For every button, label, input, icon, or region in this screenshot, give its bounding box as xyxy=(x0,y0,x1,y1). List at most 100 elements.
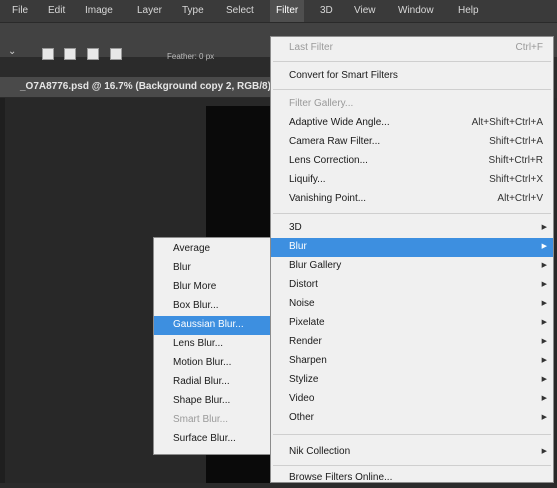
menu-item-label: Nik Collection xyxy=(289,446,351,457)
menu-item-render[interactable]: Render ▶ xyxy=(271,333,553,352)
submenu-item-surface-blur[interactable]: Surface Blur... xyxy=(154,430,270,449)
submenu-item-motion-blur[interactable]: Motion Blur... xyxy=(154,354,270,373)
subtract-from-selection-icon[interactable] xyxy=(87,48,99,60)
menu-item-sharpen[interactable]: Sharpen ▶ xyxy=(271,352,553,371)
menu-item-liquify[interactable]: Liquify... Shift+Ctrl+X xyxy=(271,171,553,190)
menu-select[interactable]: Select xyxy=(226,0,254,22)
menu-item-3d[interactable]: 3D ▶ xyxy=(271,219,553,238)
menu-item-label: Smart Blur... xyxy=(173,414,229,425)
menu-item-label: Filter Gallery... xyxy=(289,98,354,109)
submenu-arrow-icon: ▶ xyxy=(541,448,547,455)
menu-item-convert-smart-filters[interactable]: Convert for Smart Filters xyxy=(271,67,553,86)
menu-item-stylize[interactable]: Stylize ▶ xyxy=(271,371,553,390)
menu-window[interactable]: Window xyxy=(398,0,434,22)
menu-item-noise[interactable]: Noise ▶ xyxy=(271,295,553,314)
menu-item-nik-collection[interactable]: Nik Collection ▶ xyxy=(271,443,553,462)
menu-3d[interactable]: 3D xyxy=(320,0,333,22)
menu-image[interactable]: Image xyxy=(85,0,113,22)
menu-item-vanishing-point[interactable]: Vanishing Point... Alt+Ctrl+V xyxy=(271,190,553,209)
menu-item-label: Stylize xyxy=(289,374,319,385)
menu-file[interactable]: File xyxy=(12,0,28,22)
menu-separator xyxy=(273,465,551,466)
menu-item-label: Blur xyxy=(289,241,307,252)
menu-item-blur-gallery[interactable]: Blur Gallery ▶ xyxy=(271,257,553,276)
tools-panel-edge xyxy=(0,98,5,483)
submenu-arrow-icon: ▶ xyxy=(541,281,547,288)
tool-preset-chevron-icon[interactable]: ⌄ xyxy=(8,46,16,57)
menu-separator xyxy=(273,434,551,435)
menu-item-label: Camera Raw Filter... xyxy=(289,136,381,147)
menu-separator xyxy=(273,89,551,90)
submenu-arrow-icon: ▶ xyxy=(541,395,547,402)
submenu-item-blur[interactable]: Blur xyxy=(154,259,270,278)
submenu-item-blur-more[interactable]: Blur More xyxy=(154,278,270,297)
menu-item-adaptive-wide-angle[interactable]: Adaptive Wide Angle... Alt+Shift+Ctrl+A xyxy=(271,114,553,133)
menu-item-label: Blur Gallery xyxy=(289,260,342,271)
menu-item-label: Blur More xyxy=(173,281,217,292)
submenu-item-radial-blur[interactable]: Radial Blur... xyxy=(154,373,270,392)
menu-item-last-filter: Last Filter Ctrl+F xyxy=(271,39,553,58)
menu-filter[interactable]: Filter xyxy=(270,0,305,22)
menu-item-label: Other xyxy=(289,412,315,423)
blur-submenu: Average Blur Blur More Box Blur... Gauss… xyxy=(153,237,271,455)
submenu-arrow-icon: ▶ xyxy=(541,319,547,326)
submenu-arrow-icon: ▶ xyxy=(541,243,547,250)
menu-item-label: Gaussian Blur... xyxy=(173,319,244,330)
filter-menu: Last Filter Ctrl+F Convert for Smart Fil… xyxy=(270,36,554,483)
submenu-item-average[interactable]: Average xyxy=(154,240,270,259)
submenu-arrow-icon: ▶ xyxy=(541,224,547,231)
feather-value[interactable]: 0 px xyxy=(199,52,214,61)
submenu-item-smart-blur: Smart Blur... xyxy=(154,411,270,430)
submenu-arrow-icon: ▶ xyxy=(541,262,547,269)
menu-item-label: Lens Correction... xyxy=(289,155,368,166)
menu-item-label: Surface Blur... xyxy=(173,433,236,444)
submenu-item-shape-blur[interactable]: Shape Blur... xyxy=(154,392,270,411)
submenu-arrow-icon: ▶ xyxy=(541,300,547,307)
menu-item-label: Video xyxy=(289,393,315,404)
menu-item-browse-filters-online[interactable]: Browse Filters Online... xyxy=(271,469,553,488)
menu-view[interactable]: View xyxy=(354,0,376,22)
submenu-item-gaussian-blur[interactable]: Gaussian Blur... xyxy=(154,316,270,335)
shortcut-label: Shift+Ctrl+X xyxy=(489,174,543,185)
menu-item-camera-raw-filter[interactable]: Camera Raw Filter... Shift+Ctrl+A xyxy=(271,133,553,152)
feather-field[interactable]: Feather: 0 px xyxy=(167,52,214,61)
menu-item-label: Convert for Smart Filters xyxy=(289,70,398,81)
menu-item-label: Blur xyxy=(173,262,191,273)
menu-item-label: Average xyxy=(173,243,211,254)
menu-item-label: Browse Filters Online... xyxy=(289,472,393,483)
menu-help[interactable]: Help xyxy=(458,0,479,22)
submenu-item-lens-blur[interactable]: Lens Blur... xyxy=(154,335,270,354)
menu-item-label: Render xyxy=(289,336,322,347)
add-to-selection-icon[interactable] xyxy=(64,48,76,60)
menu-item-label: Distort xyxy=(289,279,318,290)
menu-item-label: Vanishing Point... xyxy=(289,193,367,204)
menu-item-label: Liquify... xyxy=(289,174,326,185)
submenu-item-box-blur[interactable]: Box Blur... xyxy=(154,297,270,316)
menu-edit[interactable]: Edit xyxy=(48,0,65,22)
menu-bar: File Edit Image Layer Type Select Filter… xyxy=(0,0,557,23)
menu-item-other[interactable]: Other ▶ xyxy=(271,409,553,428)
submenu-arrow-icon: ▶ xyxy=(541,357,547,364)
submenu-arrow-icon: ▶ xyxy=(541,376,547,383)
menu-item-pixelate[interactable]: Pixelate ▶ xyxy=(271,314,553,333)
menu-item-label: Pixelate xyxy=(289,317,325,328)
menu-separator xyxy=(273,213,551,214)
menu-item-label: Adaptive Wide Angle... xyxy=(289,117,390,128)
menu-item-distort[interactable]: Distort ▶ xyxy=(271,276,553,295)
menu-type[interactable]: Type xyxy=(182,0,204,22)
submenu-arrow-icon: ▶ xyxy=(541,414,547,421)
menu-item-video[interactable]: Video ▶ xyxy=(271,390,553,409)
menu-item-label: Radial Blur... xyxy=(173,376,230,387)
menu-item-label: Box Blur... xyxy=(173,300,219,311)
menu-item-label: Shape Blur... xyxy=(173,395,231,406)
new-selection-icon[interactable] xyxy=(42,48,54,60)
menu-item-label: Lens Blur... xyxy=(173,338,224,349)
intersect-selection-icon[interactable] xyxy=(110,48,122,60)
shortcut-label: Ctrl+F xyxy=(515,42,544,53)
menu-item-lens-correction[interactable]: Lens Correction... Shift+Ctrl+R xyxy=(271,152,553,171)
feather-label: Feather: xyxy=(167,52,197,61)
menu-layer[interactable]: Layer xyxy=(137,0,162,22)
menu-item-label: Sharpen xyxy=(289,355,327,366)
document-tab[interactable]: _O7A8776.psd @ 16.7% (Background copy 2,… xyxy=(0,77,280,97)
menu-item-blur[interactable]: Blur ▶ xyxy=(271,238,553,257)
